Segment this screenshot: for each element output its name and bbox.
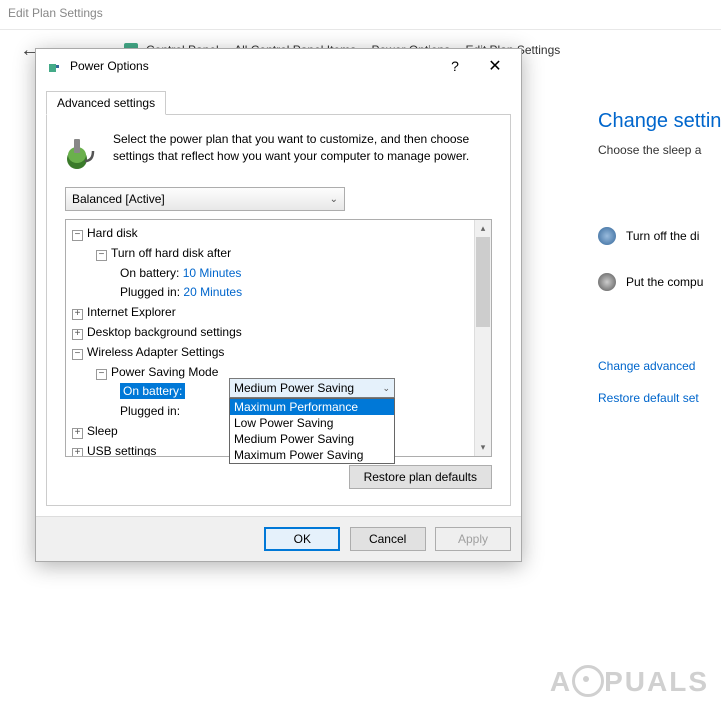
expand-icon[interactable]: + xyxy=(72,428,83,439)
bg-setting-row: Turn off the di xyxy=(598,227,721,245)
intro-text: Select the power plan that you want to c… xyxy=(113,131,492,171)
combo-option[interactable]: Medium Power Saving xyxy=(230,431,394,447)
cancel-button[interactable]: Cancel xyxy=(350,527,426,551)
expand-icon[interactable]: + xyxy=(72,448,83,457)
tree-node-hard-disk[interactable]: −Hard disk xyxy=(72,224,485,244)
power-options-dialog: Power Options ? ✕ Advanced settings Sele… xyxy=(35,48,522,562)
apply-button[interactable]: Apply xyxy=(435,527,511,551)
tree-leaf-on-battery[interactable]: On battery: 10 Minutes xyxy=(72,264,485,284)
change-advanced-link[interactable]: Change advanced xyxy=(598,359,721,373)
power-icon xyxy=(46,58,62,74)
combo-selected[interactable]: Medium Power Saving ⌄ xyxy=(229,378,395,398)
combo-option[interactable]: Maximum Performance xyxy=(230,399,394,415)
display-icon xyxy=(598,227,616,245)
tree-node-ie[interactable]: +Internet Explorer xyxy=(72,303,485,323)
scroll-up-arrow[interactable]: ▴ xyxy=(475,220,491,237)
intro-section: Select the power plan that you want to c… xyxy=(65,131,492,171)
plan-dropdown[interactable]: Balanced [Active] ⌄ xyxy=(65,187,345,211)
collapse-icon[interactable]: − xyxy=(72,349,83,360)
bg-row-label: Turn off the di xyxy=(626,229,699,243)
expand-icon[interactable]: + xyxy=(72,329,83,340)
collapse-icon[interactable]: − xyxy=(96,369,107,380)
combo-option[interactable]: Low Power Saving xyxy=(230,415,394,431)
dialog-titlebar[interactable]: Power Options ? ✕ xyxy=(36,49,521,83)
dialog-footer: OK Cancel Apply xyxy=(36,516,521,561)
expand-icon[interactable]: + xyxy=(72,309,83,320)
tree-node-wireless[interactable]: −Wireless Adapter Settings xyxy=(72,343,485,363)
combo-selected-text: Medium Power Saving xyxy=(234,381,354,395)
collapse-icon[interactable]: − xyxy=(96,250,107,261)
bg-content-panel: Change settings Choose the sleep a Turn … xyxy=(598,110,721,423)
tree-scrollbar[interactable]: ▴ ▾ xyxy=(474,220,491,456)
combo-option[interactable]: Maximum Power Saving xyxy=(230,447,394,463)
collapse-icon[interactable]: − xyxy=(72,230,83,241)
chevron-down-icon: ⌄ xyxy=(330,194,338,205)
bg-heading: Change settings xyxy=(598,110,721,133)
sleep-icon xyxy=(598,273,616,291)
chevron-down-icon: ⌄ xyxy=(382,383,390,394)
bg-window-title: Edit Plan Settings xyxy=(0,0,721,30)
dialog-title: Power Options xyxy=(70,59,435,73)
help-button[interactable]: ? xyxy=(435,58,475,74)
tree-node-desktop-bg[interactable]: +Desktop background settings xyxy=(72,323,485,343)
ok-button[interactable]: OK xyxy=(264,527,340,551)
bg-setting-row: Put the compu xyxy=(598,273,721,291)
restore-default-link[interactable]: Restore default set xyxy=(598,391,721,405)
plugged-value-link[interactable]: 20 Minutes xyxy=(183,285,242,299)
bg-subtext: Choose the sleep a xyxy=(598,143,721,157)
scroll-thumb[interactable] xyxy=(476,237,490,327)
tree-leaf-plugged-in[interactable]: Plugged in: 20 Minutes xyxy=(72,283,485,303)
battery-plug-icon xyxy=(65,131,99,171)
plan-dropdown-value: Balanced [Active] xyxy=(72,192,165,206)
close-button[interactable]: ✕ xyxy=(475,56,515,76)
watermark: APUALS xyxy=(550,665,709,698)
combo-list: Maximum Performance Low Power Saving Med… xyxy=(229,398,395,464)
power-mode-combo[interactable]: Medium Power Saving ⌄ Maximum Performanc… xyxy=(229,378,395,464)
tree-node-turn-off-hd[interactable]: −Turn off hard disk after xyxy=(72,244,485,264)
scroll-down-arrow[interactable]: ▾ xyxy=(475,439,491,456)
tab-strip: Advanced settings xyxy=(46,91,511,115)
battery-value-link[interactable]: 10 Minutes xyxy=(183,266,242,280)
bg-row-label: Put the compu xyxy=(626,275,703,289)
tab-advanced-settings[interactable]: Advanced settings xyxy=(46,91,166,115)
restore-plan-defaults-button[interactable]: Restore plan defaults xyxy=(349,465,492,489)
